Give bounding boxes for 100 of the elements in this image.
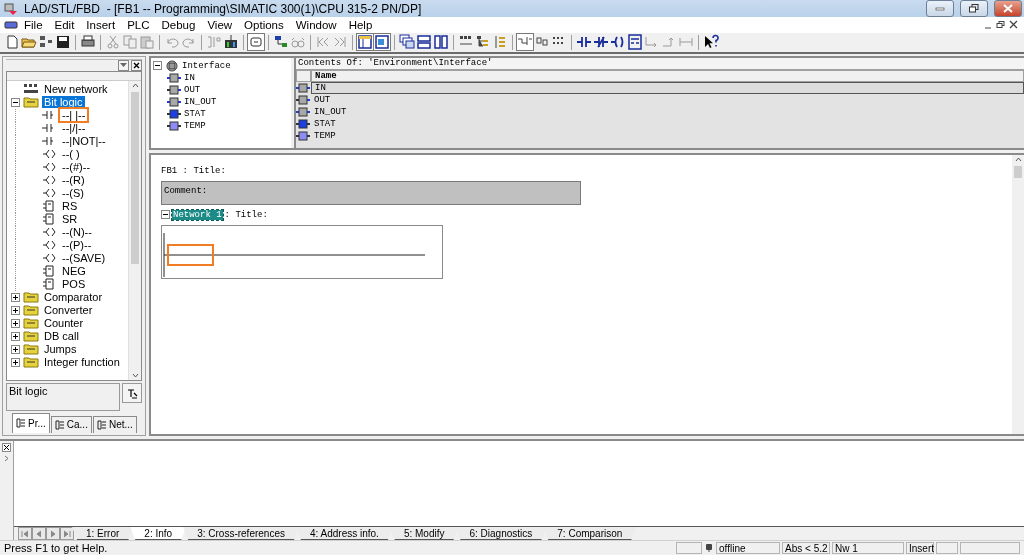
tree-item[interactable]: TEMP (184, 120, 206, 131)
expand-icon[interactable] (11, 357, 20, 367)
monitor-icon[interactable] (248, 34, 264, 51)
next-tab-button[interactable] (46, 527, 60, 541)
block-pin-icon (296, 82, 310, 93)
tree-item[interactable]: Interface (182, 60, 231, 71)
catalog-item[interactable]: --|/|-- (60, 122, 88, 135)
network-label[interactable]: Network 1 (172, 209, 223, 220)
panel-tab[interactable]: Ca... (50, 415, 92, 433)
first-tab-button[interactable] (18, 527, 32, 541)
menu-item[interactable]: Help (342, 18, 379, 31)
output-tab[interactable]: 7: Comparison (543, 527, 637, 541)
dropdown-button[interactable] (118, 59, 129, 71)
new-file-icon[interactable] (4, 34, 20, 51)
catalog-item[interactable]: POS (60, 278, 88, 291)
last-tab-button[interactable] (60, 527, 74, 541)
menu-item[interactable]: PLC (121, 18, 156, 31)
catalog-item[interactable]: --(R) (60, 174, 87, 187)
tree-item[interactable]: STAT (184, 108, 206, 119)
folder-icon (23, 343, 39, 356)
cascade-windows-icon[interactable] (399, 34, 415, 51)
catalog-item[interactable]: --( ) (60, 148, 82, 161)
help-pointer-icon[interactable] (703, 34, 719, 51)
catalog-item[interactable]: --|NOT|-- (60, 135, 108, 148)
expand-icon[interactable] (11, 292, 20, 302)
panel-icon[interactable] (357, 34, 373, 51)
table-cell[interactable]: IN_OUT (311, 105, 1024, 118)
folder-icon (23, 291, 39, 304)
menu-item[interactable]: Insert (80, 18, 122, 31)
menu-item[interactable]: File (18, 18, 49, 31)
function-box-icon (41, 278, 57, 291)
status-panel (676, 542, 702, 555)
output-tab[interactable]: 6: Diagnostics (455, 527, 547, 541)
save-icon[interactable] (55, 34, 71, 51)
minimize-button[interactable] (926, 0, 954, 17)
close-document-icon[interactable] (1008, 19, 1020, 30)
overview-icon[interactable] (374, 34, 390, 51)
expand-icon[interactable] (11, 305, 20, 315)
output-tab[interactable]: 5: Modify (389, 527, 459, 541)
panel-tab[interactable]: Net... (92, 415, 137, 433)
menu-item[interactable]: Debug (155, 18, 202, 31)
catalog-item[interactable]: Jumps (42, 343, 79, 356)
output-tab[interactable]: 2: Info (130, 527, 187, 541)
catalog-item[interactable]: Converter (42, 304, 95, 317)
expand-icon[interactable] (11, 344, 20, 354)
catalog-item[interactable]: --(#)-- (60, 161, 93, 174)
output-tab[interactable]: 4: Address info. (295, 527, 393, 541)
catalog-item[interactable]: Comparator (42, 291, 105, 304)
expand-icon[interactable] (11, 318, 20, 328)
catalog-item[interactable]: --(P)-- (60, 239, 94, 252)
table-cell[interactable]: TEMP (311, 129, 1024, 142)
close-button[interactable] (994, 0, 1022, 17)
catalog-item[interactable]: NEG (60, 265, 88, 278)
table-cell[interactable]: STAT (311, 117, 1024, 130)
scrollbar-thumb[interactable] (1014, 165, 1022, 178)
close-panel-button[interactable] (131, 59, 142, 71)
catalog-item[interactable]: SR (60, 213, 80, 226)
collapse-icon[interactable] (161, 210, 170, 220)
comment-field[interactable]: Comment: (161, 180, 581, 205)
catalog-item[interactable]: --(SAVE) (60, 252, 108, 265)
collapse-icon[interactable] (153, 61, 162, 71)
tree-item[interactable]: IN_OUT (184, 96, 217, 107)
vertical-tile-icon[interactable] (433, 34, 449, 51)
list-icon (16, 418, 26, 429)
catalog-item[interactable]: DB call (42, 330, 81, 343)
empty-box-icon[interactable] (627, 34, 643, 51)
panel-tab[interactable]: Pr... (12, 412, 50, 433)
scrollbar-thumb[interactable] (131, 91, 139, 264)
folder-icon (23, 96, 39, 109)
tree-item[interactable]: OUT (184, 84, 201, 95)
download-module-icon[interactable] (223, 34, 239, 51)
menu-item[interactable]: Edit (48, 18, 81, 31)
menu-item[interactable]: Options (238, 18, 290, 31)
coil-icon (41, 252, 57, 265)
scrollbar[interactable] (1012, 154, 1024, 434)
catalog-item[interactable]: RS (60, 200, 80, 213)
catalog-item[interactable]: --(S) (60, 187, 86, 200)
catalog-item[interactable]: Integer function (42, 356, 122, 369)
restore-document-icon[interactable] (994, 19, 1008, 30)
scrollbar[interactable] (128, 80, 141, 380)
menu-item[interactable]: View (201, 18, 239, 31)
previous-tab-button[interactable] (32, 527, 46, 541)
tree-item[interactable]: IN (184, 72, 195, 83)
collapse-icon[interactable] (11, 97, 20, 107)
help-button[interactable] (122, 382, 142, 403)
interface-icon (165, 59, 179, 72)
horizontal-tile-icon[interactable] (416, 34, 432, 51)
output-tab[interactable]: 1: Error (72, 527, 134, 541)
catalog-item[interactable]: --| |-- (60, 109, 88, 122)
catalog-item[interactable]: New network (42, 83, 110, 96)
catalog-item[interactable]: Counter (42, 317, 86, 330)
document-menu-icon[interactable] (4, 19, 18, 30)
catalog-item[interactable]: --(N)-- (60, 226, 94, 239)
menu-item[interactable]: Window (289, 18, 343, 31)
output-tab[interactable]: 3: Cross-references (183, 527, 299, 541)
close-icon[interactable] (2, 442, 11, 452)
expand-icon[interactable] (11, 331, 20, 341)
branch-icon[interactable] (517, 34, 533, 51)
restore-button[interactable] (960, 0, 988, 17)
table-cell[interactable]: OUT (311, 93, 1024, 106)
